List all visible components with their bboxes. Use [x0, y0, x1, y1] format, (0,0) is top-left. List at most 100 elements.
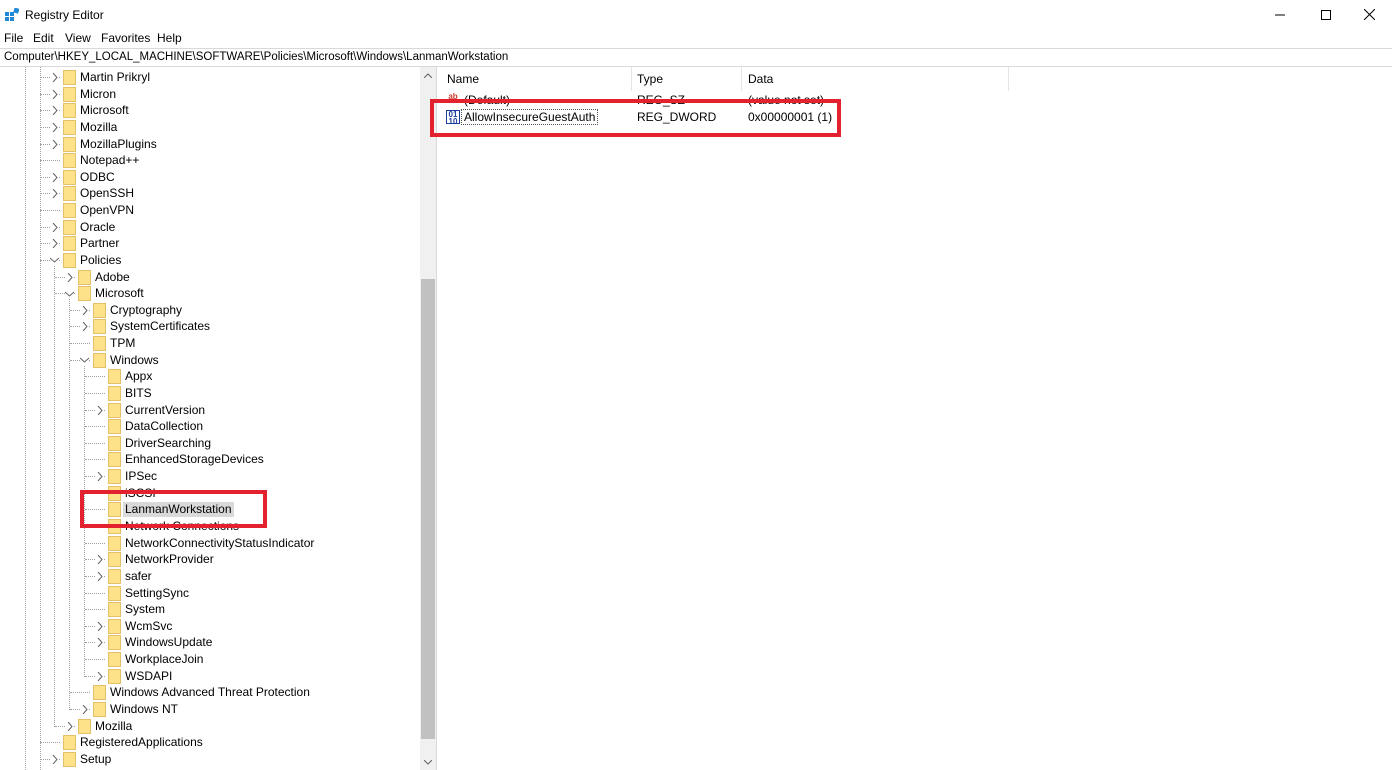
- tree-node[interactable]: DriverSearching: [0, 435, 420, 452]
- expand-toggle[interactable]: [65, 721, 74, 731]
- expand-toggle[interactable]: [80, 305, 89, 315]
- menu-view[interactable]: View: [65, 31, 91, 45]
- tree-node[interactable]: MozillaPlugins: [0, 136, 420, 153]
- expand-toggle[interactable]: [50, 89, 59, 99]
- expand-toggle[interactable]: [80, 322, 89, 332]
- menu-edit[interactable]: Edit: [33, 31, 54, 45]
- expand-toggle[interactable]: [95, 638, 104, 648]
- tree-node[interactable]: safer: [0, 568, 420, 585]
- expand-toggle[interactable]: [80, 704, 89, 714]
- chevron-right-icon: [52, 239, 58, 249]
- tree-node[interactable]: Setup: [0, 751, 420, 768]
- expand-toggle[interactable]: [50, 106, 59, 116]
- expand-toggle[interactable]: [50, 73, 59, 82]
- collapse-toggle[interactable]: [80, 355, 89, 365]
- menu-help[interactable]: Help: [157, 31, 182, 45]
- tree-connector: [70, 343, 90, 345]
- expand-toggle[interactable]: [50, 172, 59, 182]
- expand-toggle[interactable]: [50, 239, 59, 249]
- expand-toggle[interactable]: [95, 571, 104, 581]
- tree-node[interactable]: NetworkConnectivityStatusIndicator: [0, 535, 420, 552]
- tree-node-label: Windows NT: [110, 701, 179, 716]
- tree-node-label: DataCollection: [125, 419, 204, 434]
- expand-toggle[interactable]: [50, 222, 59, 232]
- tree-node[interactable]: Martin Prikryl: [0, 69, 420, 86]
- tree-node[interactable]: WindowsUpdate: [0, 634, 420, 651]
- collapse-toggle[interactable]: [50, 255, 59, 265]
- tree-connector: [85, 609, 105, 611]
- tree-node[interactable]: Windows NT: [0, 701, 420, 718]
- collapse-toggle[interactable]: [65, 289, 74, 299]
- tree-node[interactable]: OpenSSH: [0, 185, 420, 202]
- tree-node[interactable]: RegisteredApplications: [0, 734, 420, 751]
- expand-toggle[interactable]: [95, 671, 104, 681]
- tree-node[interactable]: Microsoft: [0, 102, 420, 119]
- expand-toggle[interactable]: [95, 621, 104, 631]
- tree-node[interactable]: Windows Advanced Threat Protection: [0, 684, 420, 701]
- tree-node[interactable]: Oracle: [0, 219, 420, 236]
- tree-node[interactable]: WSDAPI: [0, 668, 420, 685]
- address-bar[interactable]: Computer\HKEY_LOCAL_MACHINE\SOFTWARE\Pol…: [0, 48, 1392, 67]
- tree-node[interactable]: Microsoft: [0, 285, 420, 302]
- tree-node[interactable]: Notepad++: [0, 152, 420, 169]
- tree-node-label: Windows: [110, 352, 159, 367]
- menu-favorites[interactable]: Favorites: [101, 31, 150, 45]
- expand-toggle[interactable]: [50, 754, 59, 764]
- close-button[interactable]: [1346, 0, 1392, 29]
- tree-node[interactable]: WcmSvc: [0, 618, 420, 635]
- tree-node[interactable]: Adobe: [0, 269, 420, 286]
- folder-icon: [93, 685, 106, 701]
- tree-node[interactable]: BITS: [0, 385, 420, 402]
- key-tree[interactable]: Martin Prikryl Micron Microsoft Mozilla Mozi…: [0, 67, 436, 770]
- values-pane[interactable]: Name Type Data ab (Default) REG_SZ (valu…: [440, 67, 1392, 770]
- tree-node-label: ODBC: [80, 169, 115, 184]
- tree-node[interactable]: Appx: [0, 368, 420, 385]
- expand-toggle[interactable]: [50, 139, 59, 149]
- expand-toggle[interactable]: [50, 122, 59, 132]
- tree-node[interactable]: OpenVPN: [0, 202, 420, 219]
- tree-connector: [40, 160, 60, 162]
- tree-node[interactable]: System: [0, 601, 420, 618]
- tree-node[interactable]: Policies: [0, 252, 420, 269]
- menu-file[interactable]: File: [4, 31, 23, 45]
- tree-node[interactable]: Windows: [0, 352, 420, 369]
- tree-node[interactable]: IPSec: [0, 468, 420, 485]
- expand-toggle[interactable]: [65, 272, 74, 282]
- tree-node[interactable]: SettingSync: [0, 585, 420, 602]
- maximize-button[interactable]: [1303, 0, 1349, 29]
- scroll-thumb[interactable]: [421, 279, 435, 739]
- window-title: Registry Editor: [25, 8, 104, 22]
- expand-toggle[interactable]: [95, 555, 104, 565]
- tree-node[interactable]: Mozilla: [0, 718, 420, 735]
- tree-node[interactable]: Micron: [0, 86, 420, 103]
- minimize-button[interactable]: [1257, 0, 1303, 29]
- tree-scrollbar[interactable]: [420, 67, 436, 770]
- tree-node[interactable]: ODBC: [0, 169, 420, 186]
- tree-node[interactable]: TPM: [0, 335, 420, 352]
- expand-toggle[interactable]: [95, 472, 104, 482]
- folder-icon: [78, 286, 91, 302]
- column-header-name[interactable]: Name: [440, 67, 632, 91]
- tree-node[interactable]: Partner: [0, 235, 420, 252]
- folder-icon: [63, 169, 76, 185]
- chevron-right-icon: [97, 621, 103, 631]
- column-header-type[interactable]: Type: [630, 67, 742, 91]
- column-header-data[interactable]: Data: [741, 67, 1009, 91]
- tree-node[interactable]: CurrentVersion: [0, 402, 420, 419]
- chevron-right-icon: [52, 754, 58, 764]
- tree-node[interactable]: SystemCertificates: [0, 318, 420, 335]
- tree-node-label: Setup: [80, 751, 112, 766]
- chevron-right-icon: [97, 671, 103, 681]
- expand-toggle[interactable]: [95, 405, 104, 415]
- expand-toggle[interactable]: [50, 189, 59, 199]
- folder-icon: [63, 186, 76, 202]
- tree-node[interactable]: WorkplaceJoin: [0, 651, 420, 668]
- tree-node[interactable]: NetworkProvider: [0, 551, 420, 568]
- tree-node-label: NetworkProvider: [125, 552, 214, 567]
- scroll-down-arrow[interactable]: [420, 754, 436, 770]
- tree-node[interactable]: EnhancedStorageDevices: [0, 451, 420, 468]
- tree-node[interactable]: Cryptography: [0, 302, 420, 319]
- tree-node[interactable]: DataCollection: [0, 418, 420, 435]
- scroll-up-arrow[interactable]: [420, 67, 436, 83]
- tree-node[interactable]: Mozilla: [0, 119, 420, 136]
